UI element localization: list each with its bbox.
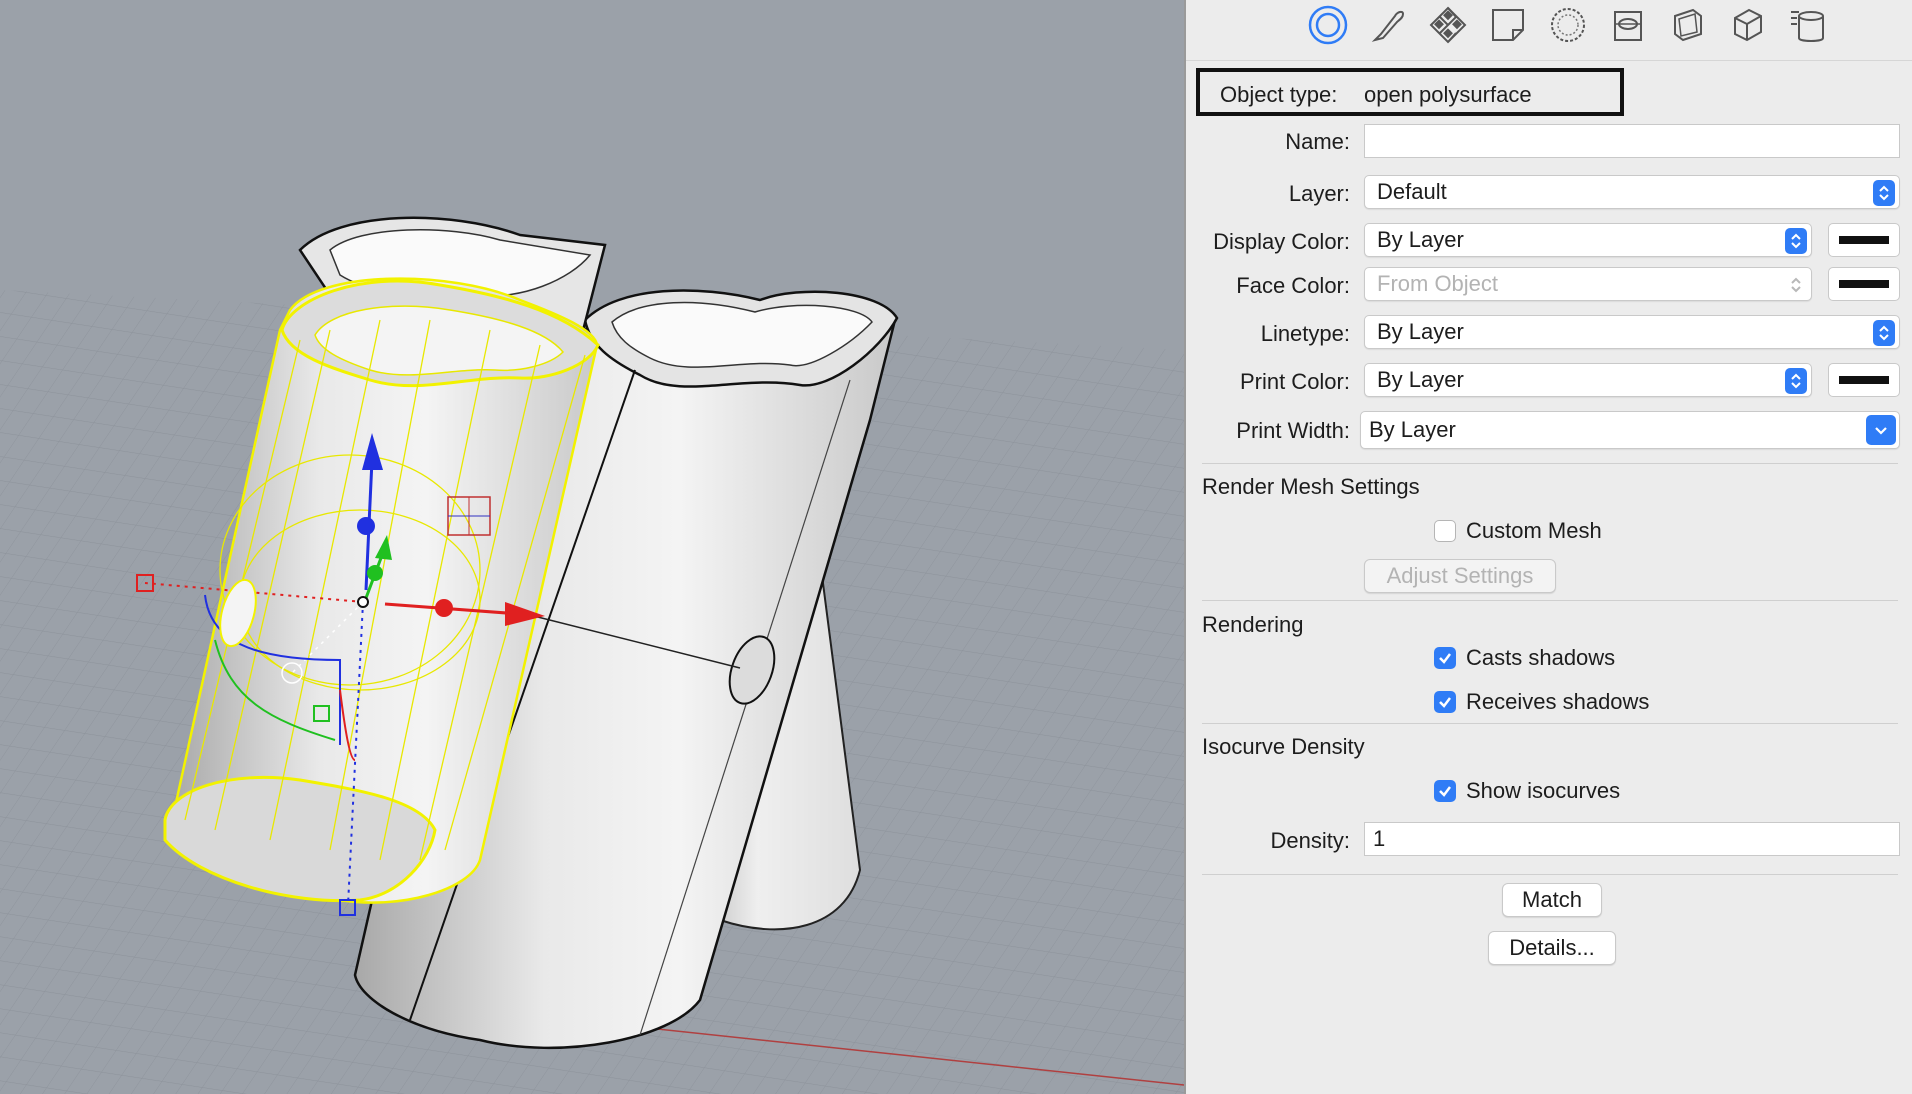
face-color-swatch[interactable] [1828, 267, 1900, 301]
curve-icon[interactable] [1365, 2, 1411, 48]
linetype-label: Linetype: [1260, 321, 1350, 346]
face-color-value: From Object [1377, 271, 1499, 296]
name-label: Name: [1285, 129, 1350, 154]
rendering-title: Rendering [1202, 612, 1304, 637]
material-icon[interactable] [1425, 2, 1471, 48]
gumball-x-rotate-dot[interactable] [435, 599, 453, 617]
decal-icon[interactable] [1485, 2, 1531, 48]
display-color-value: By Layer [1377, 227, 1464, 252]
match-button[interactable]: Match [1502, 883, 1602, 917]
gumball-y-rotate-dot[interactable] [367, 565, 383, 581]
displacement-icon[interactable] [1545, 2, 1591, 48]
print-width-select[interactable]: By Layer [1360, 411, 1900, 449]
checkbox-empty-icon [1434, 520, 1456, 542]
divider [1202, 874, 1898, 875]
print-color-label: Print Color: [1239, 369, 1350, 394]
density-field[interactable]: 1 [1364, 822, 1900, 856]
gumball-z-rotate-dot[interactable] [357, 517, 375, 535]
face-color-label: Face Color: [1236, 273, 1350, 298]
checkmark-icon [1434, 691, 1456, 713]
display-color-swatch[interactable] [1828, 223, 1900, 257]
linetype-value: By Layer [1377, 319, 1464, 344]
layer-value: Default [1377, 179, 1447, 204]
object-type-value: open polysurface [1364, 82, 1532, 107]
face-color-select: From Object [1364, 267, 1812, 301]
face-color-stepper-icon [1785, 272, 1807, 298]
print-width-chevron-icon [1866, 415, 1896, 445]
show-isocurves-label: Show isocurves [1466, 778, 1621, 803]
checkmark-icon [1434, 647, 1456, 669]
object-type-label: Object type: [1220, 82, 1338, 107]
layers-icon[interactable] [1785, 2, 1831, 48]
properties-toolbar [1186, 0, 1912, 61]
layer-label: Layer: [1288, 181, 1350, 206]
details-button[interactable]: Details... [1488, 931, 1616, 965]
name-field[interactable] [1364, 124, 1900, 158]
box-edit-icon[interactable] [1725, 2, 1771, 48]
linetype-select[interactable]: By Layer [1364, 315, 1900, 349]
section-icon[interactable] [1605, 2, 1651, 48]
print-color-swatch[interactable] [1828, 363, 1900, 397]
casts-shadows-label: Casts shadows [1466, 645, 1616, 670]
display-color-select[interactable]: By Layer [1364, 223, 1812, 257]
3d-viewport[interactable] [0, 0, 1184, 1094]
custom-mesh-checkbox[interactable]: Custom Mesh [1434, 518, 1602, 544]
print-width-value: By Layer [1369, 417, 1456, 442]
print-color-value: By Layer [1377, 367, 1464, 392]
display-color-stepper-icon [1785, 228, 1807, 254]
divider [1202, 723, 1898, 724]
print-color-select[interactable]: By Layer [1364, 363, 1812, 397]
print-width-label: Print Width: [1236, 418, 1350, 443]
layer-select[interactable]: Default [1364, 175, 1900, 209]
show-isocurves-checkbox[interactable]: Show isocurves [1434, 778, 1620, 804]
print-color-stepper-icon [1785, 368, 1807, 394]
object-properties-icon[interactable] [1305, 2, 1351, 48]
adjust-settings-button: Adjust Settings [1364, 559, 1556, 593]
receives-shadows-checkbox[interactable]: Receives shadows [1434, 689, 1649, 715]
display-color-label: Display Color: [1213, 229, 1350, 254]
divider [1202, 600, 1898, 601]
properties-panel: Object type: open polysurface Name: Laye… [1184, 0, 1912, 1094]
layer-stepper-icon [1873, 180, 1895, 206]
isocurve-title: Isocurve Density [1202, 734, 1365, 759]
receives-shadows-label: Receives shadows [1466, 689, 1650, 714]
checkmark-icon [1434, 780, 1456, 802]
gumball-origin[interactable] [357, 596, 369, 608]
render-mesh-title: Render Mesh Settings [1202, 474, 1420, 499]
divider [1202, 463, 1898, 464]
object-type-box: Object type: open polysurface [1196, 68, 1624, 116]
custom-mesh-label: Custom Mesh [1466, 518, 1602, 543]
linetype-stepper-icon [1873, 320, 1895, 346]
density-label: Density: [1270, 828, 1350, 853]
viewport-scene[interactable] [0, 0, 1184, 1094]
shadow-icon[interactable] [1665, 2, 1711, 48]
casts-shadows-checkbox[interactable]: Casts shadows [1434, 645, 1615, 671]
